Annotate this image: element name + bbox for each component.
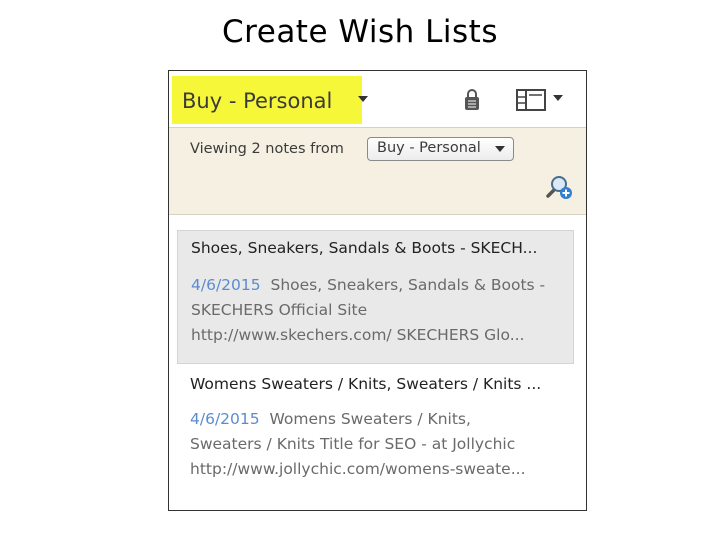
card-view-icon[interactable] — [516, 89, 546, 115]
notebook-title[interactable]: Buy - Personal — [182, 89, 332, 113]
lock-share-icon[interactable] — [463, 88, 481, 116]
note-title[interactable]: Shoes, Sneakers, Sandals & Boots - SKECH… — [191, 239, 537, 257]
magnifier-add-icon[interactable] — [545, 174, 573, 204]
note-snippet: 4/6/2015 Womens Sweaters / Knits, Sweate… — [190, 407, 526, 482]
viewing-count-label: Viewing 2 notes from — [190, 141, 344, 157]
notebook-header: Buy - Personal — [169, 71, 586, 128]
note-date: 4/6/2015 — [190, 410, 260, 428]
note-title[interactable]: Womens Sweaters / Knits, Sweaters / Knit… — [190, 375, 541, 393]
note-snippet-line: http://www.jollychic.com/womens-sweate..… — [190, 460, 526, 478]
note-snippet-line: http://www.skechers.com/ SKECHERS Glo... — [191, 326, 525, 344]
note-item[interactable]: Womens Sweaters / Knits, Sweaters / Knit… — [177, 367, 574, 497]
filter-bar: Viewing 2 notes from Buy - Personal — [169, 128, 586, 215]
note-snippet: 4/6/2015 Shoes, Sneakers, Sandals & Boot… — [191, 273, 545, 348]
view-options-dropdown-icon[interactable] — [553, 95, 563, 101]
note-snippet-line: Shoes, Sneakers, Sandals & Boots - — [270, 276, 546, 294]
notebook-dropdown-icon[interactable] — [358, 96, 368, 102]
notebook-title-highlight[interactable]: Buy - Personal — [172, 76, 362, 124]
notes-panel: Buy - Personal Viewing 2 notes from Buy … — [168, 70, 587, 511]
note-snippet-line: SKECHERS Official Site — [191, 301, 368, 319]
chevron-down-icon — [495, 146, 505, 152]
notebook-filter-value: Buy - Personal — [377, 140, 481, 156]
notebook-filter-select[interactable]: Buy - Personal — [367, 137, 514, 161]
slide-title: Create Wish Lists — [222, 14, 498, 50]
note-item[interactable]: Shoes, Sneakers, Sandals & Boots - SKECH… — [177, 230, 574, 364]
note-date: 4/6/2015 — [191, 276, 261, 294]
note-snippet-line: Womens Sweaters / Knits, — [269, 410, 471, 428]
note-snippet-line: Sweaters / Knits Title for SEO - at Joll… — [190, 435, 516, 453]
